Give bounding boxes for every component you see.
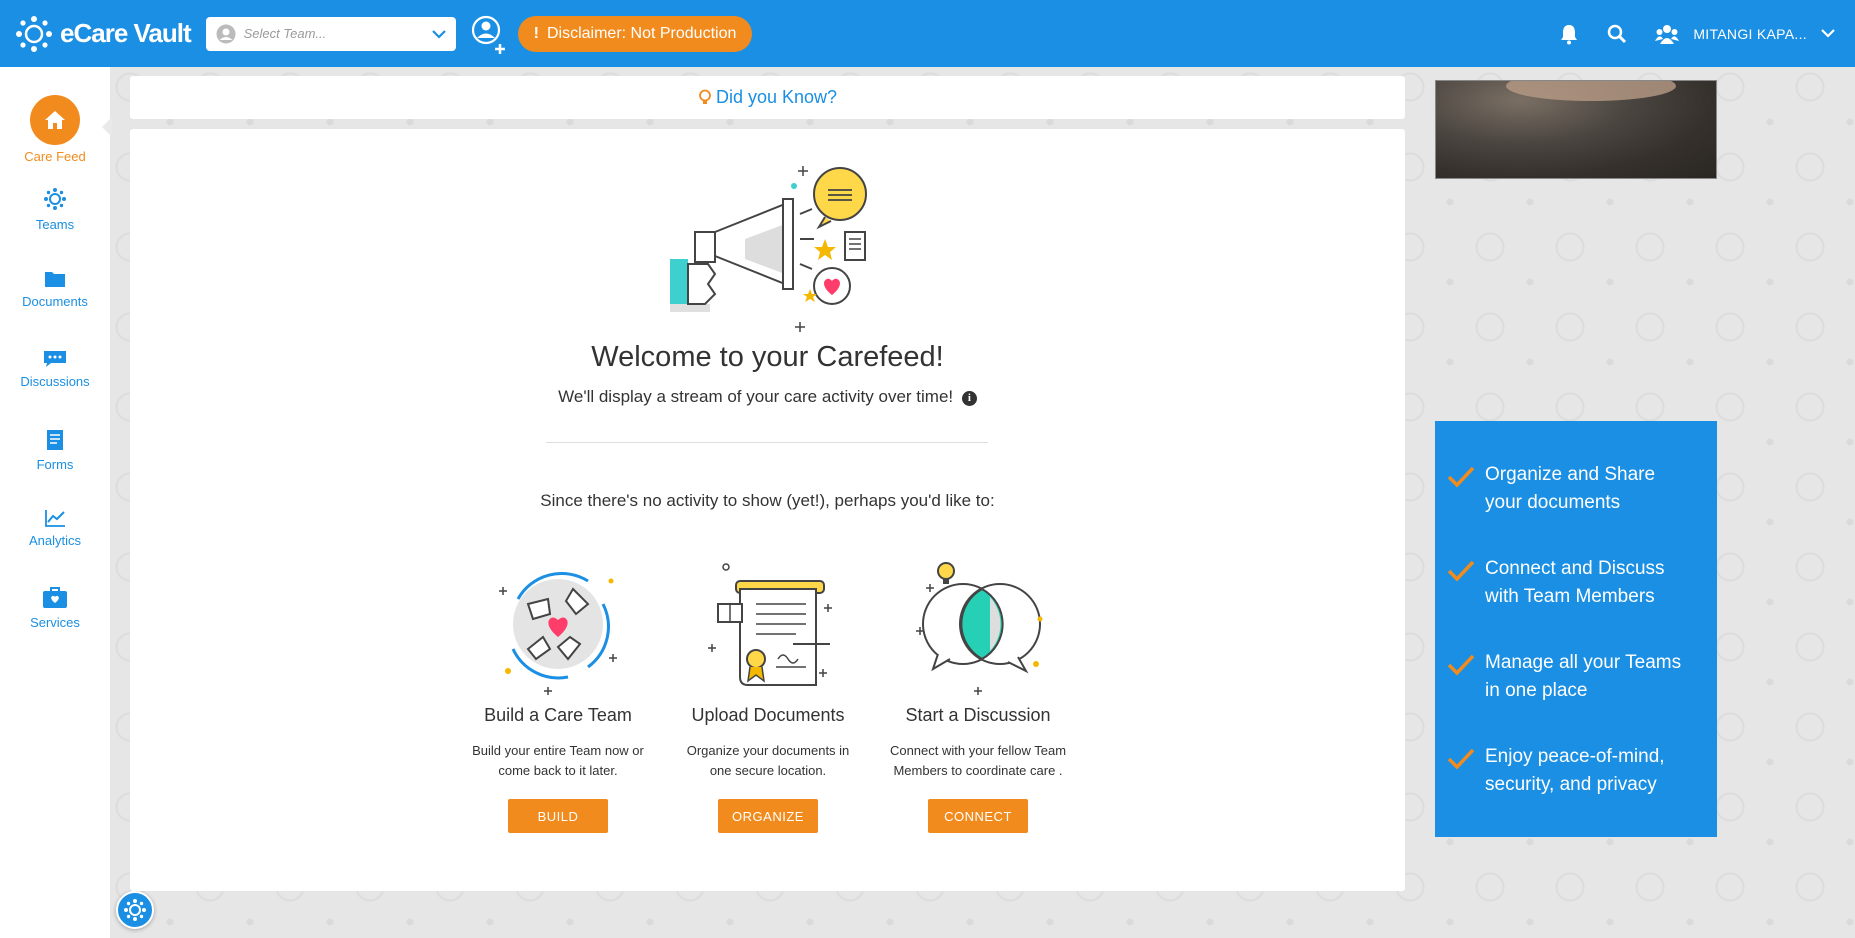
feature-item: Organize and Share your documents [1447,461,1707,517]
sidebar-item-documents[interactable]: Documents [0,270,110,309]
add-user-icon [471,15,505,54]
did-you-know-label: Did you Know? [715,87,838,107]
feature-text: Enjoy peace-of-mind, security, and privac… [1485,743,1665,799]
feature-line: with Team Members [1485,586,1655,607]
divider [546,442,988,443]
chat-icon [44,351,66,367]
add-user-button[interactable] [468,12,508,56]
logo-text: eCare Vault [60,18,192,48]
lightbulb-icon [699,89,711,104]
team-members-icon[interactable] [1655,23,1680,45]
option-description-line: one secure location. [709,763,827,778]
sidebar-item-teams[interactable]: Teams [0,187,110,232]
sidebar-item-label: Discussions [20,374,90,389]
sidebar-item-care-feed[interactable]: Care Feed [0,95,110,164]
disclaimer-badge[interactable]: ! Disclaimer: Not Production [517,15,753,52]
user-name[interactable]: MITANGI KAPA... [1693,26,1807,42]
briefcase-icon [43,587,67,608]
option-description-line: Members to coordinate care . [893,763,1063,778]
sidebar-item-discussions[interactable]: Discussions [0,350,110,389]
option-description-line: Build your entire Team now or [472,743,644,758]
sidebar-item-label: Services [30,615,80,630]
chevron-down-icon [431,29,446,39]
checkmark-icon [1447,653,1477,705]
feature-line: your documents [1485,492,1621,513]
start-discussion-option: Start a Discussion Connect with your fel… [873,559,1083,833]
feature-line: in one place [1485,680,1588,701]
option-description-line: Organize your documents in [686,743,850,758]
documents-illustration [663,559,873,699]
home-icon [30,95,80,145]
option-description: Build your entire Team now or come back … [453,741,663,781]
form-icon [47,430,63,450]
sidebar-item-label: Forms [36,457,74,472]
sidebar: Care Feed Teams Documents Discussions Fo… [0,67,112,938]
top-right-controls: MITANGI KAPA... [1531,23,1835,45]
sidebar-item-analytics[interactable]: Analytics [0,509,110,548]
team-select-placeholder: Select Team... [243,26,327,41]
no-activity-prompt: Since there's no activity to show (yet!)… [540,491,995,510]
feature-item: Enjoy peace-of-mind, security, and privac… [1447,743,1707,799]
chart-icon [45,510,65,527]
photo-hand-shape [1506,81,1676,101]
logo-icon [16,15,52,52]
feature-item: Connect and Discuss with Team Members [1447,555,1707,611]
logo-icon [124,899,146,921]
app-logo[interactable]: eCare Vault [14,14,192,54]
checkmark-icon [1447,559,1477,611]
active-indicator [102,117,112,137]
upload-documents-option: Upload Documents Organize your documents… [663,559,873,833]
care-team-illustration [453,559,663,699]
feature-line: security, and privacy [1485,774,1657,795]
sidebar-item-services[interactable]: Services [0,587,110,630]
feature-text: Manage all your Teams in one place [1485,649,1681,705]
build-team-option: Build a Care Team Build your entire Team… [453,559,663,833]
option-description: Organize your documents in one secure lo… [663,741,873,781]
exclamation-icon: ! [533,24,539,42]
option-description-line: come back to it later. [498,763,618,778]
discussion-illustration [873,559,1083,699]
feature-line: Connect and Discuss [1485,558,1665,579]
did-you-know-banner[interactable]: Did you Know? [130,76,1405,119]
checkmark-icon [1447,747,1477,799]
user-menu-chevron-icon[interactable] [1821,25,1835,43]
sidebar-item-label: Teams [35,217,75,232]
welcome-title: Welcome to your Carefeed! [591,341,944,373]
features-panel: Organize and Share your documents Connect… [1435,421,1717,837]
option-title: Upload Documents [691,705,845,725]
option-description-line: Connect with your fellow Team [889,743,1067,758]
welcome-subtitle-text: We'll display a stream of your care acti… [558,387,954,406]
feature-line: Manage all your Teams [1485,652,1682,673]
option-title: Start a Discussion [905,705,1051,725]
option-title: Build a Care Team [484,705,632,725]
help-chat-button[interactable] [116,891,154,929]
promo-photo [1435,80,1717,179]
info-icon[interactable]: i [961,391,977,406]
option-description: Connect with your fellow Team Members to… [873,741,1083,781]
search-icon[interactable] [1607,24,1627,44]
sidebar-item-label: Analytics [28,533,82,548]
sidebar-item-label: Care Feed [24,149,86,164]
connect-button[interactable]: CONNECT [928,799,1028,833]
carefeed-card: Welcome to your Carefeed! We'll display … [130,129,1405,891]
team-select[interactable]: Select Team... [205,16,456,51]
user-circle-icon [216,24,236,43]
folder-icon [45,272,65,287]
organize-button[interactable]: ORGANIZE [718,799,818,833]
sidebar-item-label: Documents [22,294,88,309]
notifications-bell-icon[interactable] [1559,23,1579,45]
top-bar: eCare Vault Select Team... ! Disclaimer:… [0,0,1855,67]
teams-icon [44,188,66,210]
feature-item: Manage all your Teams in one place [1447,649,1707,705]
welcome-subtitle: We'll display a stream of your care acti… [130,387,1405,407]
megaphone-illustration [660,164,880,339]
feature-text: Connect and Discuss with Team Members [1485,555,1665,611]
build-button[interactable]: BUILD [508,799,608,833]
feature-line: Organize and Share [1485,464,1656,485]
feature-text: Organize and Share your documents [1485,461,1655,517]
sidebar-item-forms[interactable]: Forms [0,429,110,472]
feature-line: Enjoy peace-of-mind, [1485,746,1665,767]
disclaimer-text: Disclaimer: Not Production [546,24,737,42]
checkmark-icon [1447,465,1477,517]
